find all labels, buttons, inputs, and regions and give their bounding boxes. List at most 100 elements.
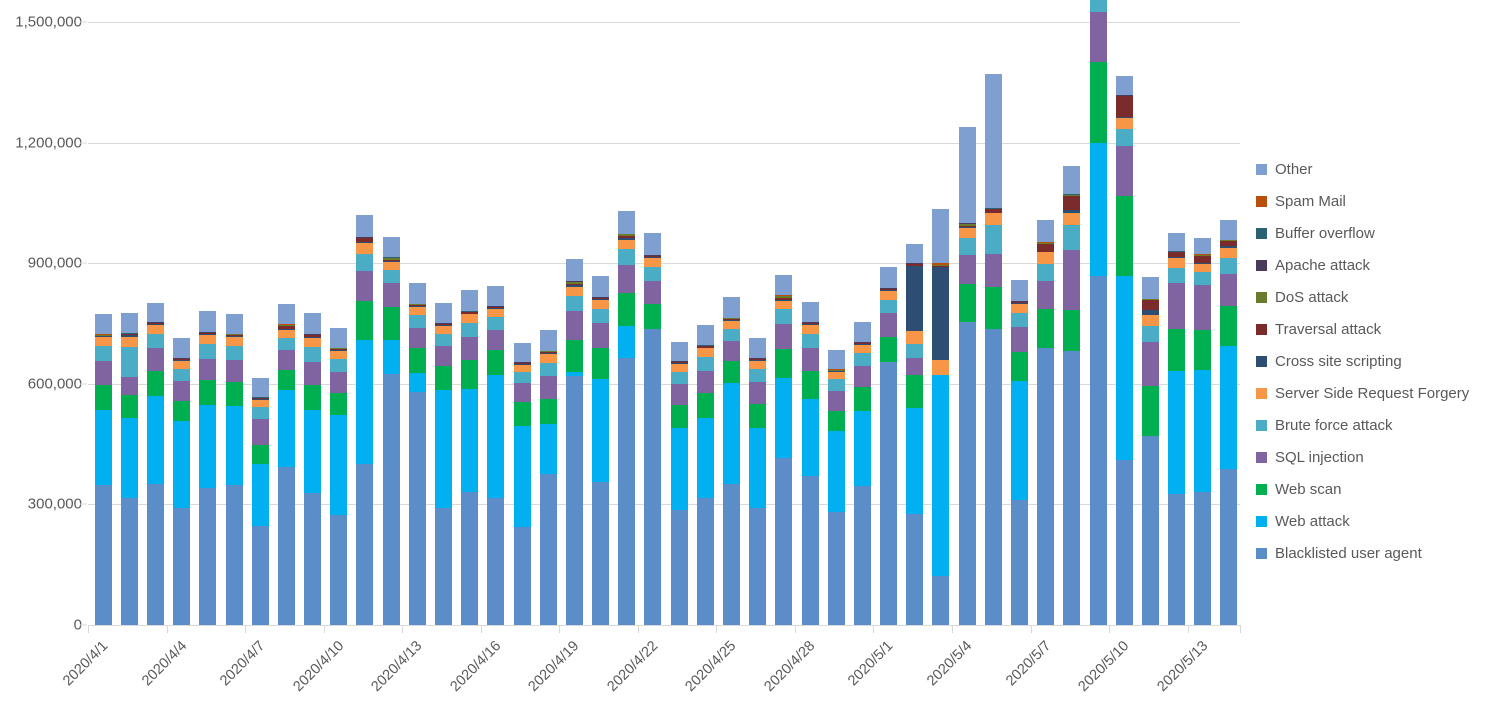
bar-segment[interactable] [906, 243, 924, 263]
bar-segment[interactable] [618, 326, 636, 358]
bar-segment[interactable] [749, 368, 767, 382]
bar-segment[interactable] [1010, 380, 1028, 500]
bar-segment[interactable] [775, 348, 793, 378]
bar-segment[interactable] [958, 284, 976, 323]
bar[interactable] [880, 266, 898, 625]
bar-segment[interactable] [592, 276, 610, 298]
legend-item[interactable]: Blacklisted user agent [1256, 537, 1469, 569]
bar-segment[interactable] [1220, 469, 1238, 625]
bar-segment[interactable] [434, 333, 452, 347]
bar-segment[interactable] [277, 337, 295, 351]
bar-segment[interactable] [565, 286, 583, 297]
bar-segment[interactable] [199, 334, 217, 344]
legend-item[interactable]: Traversal attack [1256, 313, 1469, 345]
bar-segment[interactable] [304, 362, 322, 386]
bar-segment[interactable] [984, 225, 1002, 255]
bar-segment[interactable] [801, 476, 819, 625]
bar-segment[interactable] [277, 467, 295, 625]
legend-item[interactable]: Brute force attack [1256, 409, 1469, 441]
bar-segment[interactable] [382, 373, 400, 625]
bar[interactable] [618, 211, 636, 625]
bar-segment[interactable] [1141, 341, 1159, 386]
bar-segment[interactable] [1037, 220, 1055, 243]
bar-segment[interactable] [670, 510, 688, 625]
bar-segment[interactable] [304, 338, 322, 347]
bar-segment[interactable] [827, 430, 845, 513]
bar-segment[interactable] [670, 404, 688, 429]
bar-segment[interactable] [120, 337, 138, 348]
bar-segment[interactable] [408, 283, 426, 304]
bar-segment[interactable] [1010, 499, 1028, 625]
bar-segment[interactable] [853, 353, 871, 367]
bar-segment[interactable] [146, 370, 164, 396]
bar-segment[interactable] [592, 323, 610, 349]
bar-segment[interactable] [1168, 282, 1186, 329]
bar-segment[interactable] [251, 377, 269, 398]
bar-segment[interactable] [1141, 299, 1159, 311]
bar-segment[interactable] [408, 373, 426, 392]
bar-segment[interactable] [1063, 224, 1081, 250]
bar-segment[interactable] [1115, 146, 1133, 197]
bar-segment[interactable] [330, 350, 348, 359]
bar-segment[interactable] [1168, 493, 1186, 625]
bar[interactable] [408, 283, 426, 625]
bar-segment[interactable] [487, 309, 505, 318]
bar-segment[interactable] [461, 491, 479, 625]
bar[interactable] [984, 73, 1002, 625]
bar[interactable] [1037, 220, 1055, 625]
bar-segment[interactable] [984, 328, 1002, 625]
bar-segment[interactable] [775, 458, 793, 625]
bar-segment[interactable] [277, 329, 295, 338]
bar-segment[interactable] [356, 214, 374, 237]
bar-segment[interactable] [958, 255, 976, 285]
bar-segment[interactable] [513, 402, 531, 427]
bar-segment[interactable] [94, 384, 112, 410]
bar-segment[interactable] [487, 285, 505, 306]
bar-segment[interactable] [906, 514, 924, 625]
bar-segment[interactable] [696, 325, 714, 346]
bar-segment[interactable] [827, 379, 845, 392]
bar-segment[interactable] [330, 358, 348, 372]
bar[interactable] [277, 304, 295, 625]
bar-segment[interactable] [775, 323, 793, 349]
bar-segment[interactable] [1141, 325, 1159, 342]
bar-segment[interactable] [356, 301, 374, 340]
bar-segment[interactable] [94, 485, 112, 625]
bar-segment[interactable] [618, 249, 636, 266]
bar-segment[interactable] [1063, 249, 1081, 310]
bar[interactable] [932, 209, 950, 625]
bar-segment[interactable] [696, 357, 714, 371]
bar-segment[interactable] [1194, 285, 1212, 330]
bar-segment[interactable] [906, 358, 924, 375]
bar-segment[interactable] [644, 328, 662, 625]
bar[interactable] [827, 350, 845, 625]
bar-segment[interactable] [382, 261, 400, 271]
bar[interactable] [330, 327, 348, 625]
bar-segment[interactable] [696, 393, 714, 418]
bar-segment[interactable] [356, 254, 374, 272]
bar-segment[interactable] [539, 362, 557, 377]
bar-segment[interactable] [513, 371, 531, 384]
bar-segment[interactable] [277, 369, 295, 390]
bar-segment[interactable] [565, 296, 583, 312]
bar-segment[interactable] [749, 508, 767, 625]
bar-segment[interactable] [382, 270, 400, 284]
bar-segment[interactable] [330, 327, 348, 348]
legend-item[interactable]: Apache attack [1256, 249, 1469, 281]
bar-segment[interactable] [670, 341, 688, 361]
bar-segment[interactable] [749, 360, 767, 369]
bar-segment[interactable] [487, 329, 505, 351]
bar-segment[interactable] [487, 374, 505, 498]
bar-segment[interactable] [487, 350, 505, 375]
bar[interactable] [1089, 0, 1107, 625]
bar-segment[interactable] [146, 395, 164, 485]
bar-segment[interactable] [775, 274, 793, 296]
bar-segment[interactable] [461, 290, 479, 312]
bar-segment[interactable] [173, 368, 191, 381]
bar-segment[interactable] [1168, 370, 1186, 494]
bar-segment[interactable] [225, 360, 243, 383]
bar-segment[interactable] [146, 484, 164, 625]
bar-segment[interactable] [1194, 238, 1212, 255]
legend-item[interactable]: Cross site scripting [1256, 345, 1469, 377]
legend-item[interactable]: DoS attack [1256, 281, 1469, 313]
